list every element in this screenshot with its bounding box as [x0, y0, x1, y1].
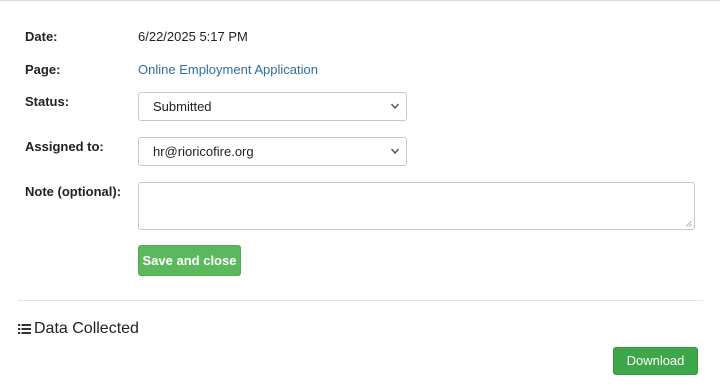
- chevron-down-icon: [390, 103, 400, 110]
- status-label: Status:: [25, 94, 70, 109]
- top-divider: [0, 0, 720, 1]
- chevron-down-icon: [390, 148, 400, 155]
- status-select[interactable]: Submitted: [138, 92, 407, 121]
- page: Date: 6/22/2025 5:17 PM Page: Online Emp…: [0, 0, 720, 387]
- page-label: Page:: [25, 62, 61, 77]
- note-label: Note (optional):: [25, 184, 122, 199]
- date-label: Date:: [25, 29, 58, 44]
- page-link[interactable]: Online Employment Application: [138, 62, 318, 77]
- resize-grip-icon[interactable]: [685, 220, 692, 227]
- data-collected-heading: Data Collected: [18, 320, 139, 338]
- save-and-close-button[interactable]: Save and close: [138, 245, 241, 276]
- assigned-label: Assigned to:: [25, 139, 104, 154]
- note-textarea[interactable]: [138, 182, 695, 230]
- status-selected-value: Submitted: [153, 99, 212, 114]
- list-icon: [18, 324, 31, 334]
- assigned-selected-value: hr@rioricofire.org: [153, 144, 254, 159]
- download-button[interactable]: Download: [613, 347, 698, 375]
- date-value: 6/22/2025 5:17 PM: [138, 29, 248, 44]
- section-divider: [18, 300, 703, 301]
- assigned-select[interactable]: hr@rioricofire.org: [138, 137, 407, 166]
- data-collected-title: Data Collected: [34, 320, 139, 337]
